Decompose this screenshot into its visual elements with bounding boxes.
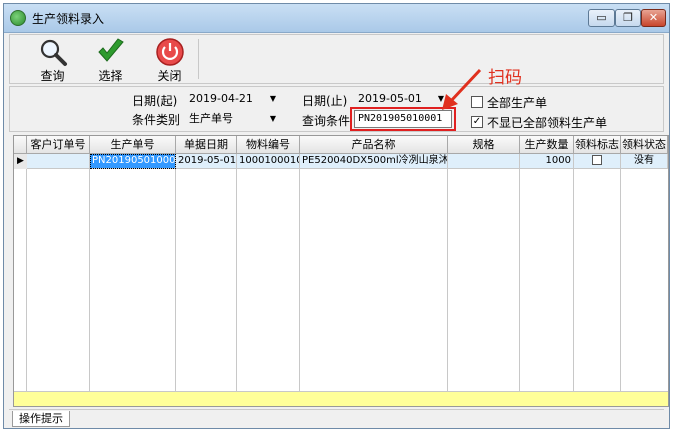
magnifier-icon (40, 39, 67, 66)
grid-line (89, 169, 90, 391)
col-date[interactable]: 单据日期 (176, 136, 237, 154)
col-flag[interactable]: 领料标志 (574, 136, 621, 154)
all-orders-label: 全部生产单 (487, 96, 548, 110)
summary-row (14, 391, 668, 406)
main-window: 生产领料录入 ▭ ❐ ✕ 查询 选择 关闭 日期(起) 2019-04-21 ▼… (3, 3, 670, 429)
checkmark-icon (98, 38, 124, 62)
maximize-button[interactable]: ❐ (615, 9, 641, 27)
cond-type-label: 条件类别 (132, 113, 181, 127)
cell-date[interactable]: 2019-05-01 (176, 154, 237, 169)
col-material-no[interactable]: 物料编号 (237, 136, 300, 154)
close-button[interactable]: 关闭 (141, 36, 198, 83)
power-icon (156, 38, 184, 66)
hide-done-label: 不显已全部领料生产单 (487, 116, 608, 130)
grid-line (447, 169, 448, 391)
cell-flag[interactable] (574, 154, 621, 169)
grid-line (519, 169, 520, 391)
cond-type-select[interactable]: 生产单号 ▼ (186, 110, 278, 127)
status-tab[interactable]: 操作提示 (12, 411, 70, 427)
date-from-label: 日期(起) (132, 94, 178, 108)
toolbar-separator (198, 39, 199, 79)
title-bar: 生产领料录入 ▭ ❐ ✕ (4, 4, 669, 33)
col-status[interactable]: 领料状态 (621, 136, 668, 154)
col-prod-no[interactable]: 生产单号 (90, 136, 176, 154)
query-label: 查询 (40, 69, 65, 83)
cell-customer-order[interactable] (27, 154, 90, 169)
chevron-down-icon[interactable]: ▼ (270, 110, 276, 127)
select-button[interactable]: 选择 (82, 36, 139, 83)
query-button[interactable]: 查询 (24, 36, 81, 83)
cond-type-value: 生产单号 (189, 112, 233, 125)
col-product-name[interactable]: 产品名称 (300, 136, 448, 154)
query-cond-label: 查询条件 (302, 114, 351, 128)
col-customer-order[interactable]: 客户订单号 (27, 136, 90, 154)
flag-checkbox[interactable] (592, 155, 602, 165)
scan-annotation: 扫码 (488, 68, 522, 88)
close-window-button[interactable]: ✕ (641, 9, 666, 27)
cell-material-no[interactable]: 1000100010 (237, 154, 300, 169)
grid-line (26, 169, 27, 391)
grid-line (620, 169, 621, 391)
cell-prod-no[interactable]: PN201905010001 (90, 154, 176, 169)
grid-line (573, 169, 574, 391)
current-row-indicator: ▶ (14, 154, 28, 169)
annotation-arrow-icon (442, 68, 482, 110)
status-bar: 操作提示 (9, 409, 664, 428)
grid-line (236, 169, 237, 391)
date-from-picker[interactable]: 2019-04-21 ▼ (186, 90, 278, 107)
row-header-corner (14, 136, 27, 154)
date-from-value: 2019-04-21 (189, 92, 253, 105)
app-icon (10, 10, 26, 26)
grid-line (175, 169, 176, 391)
cell-spec[interactable] (448, 154, 520, 169)
date-to-picker[interactable]: 2019-05-01 ▼ (355, 90, 446, 107)
select-label: 选择 (98, 69, 123, 83)
close-label: 关闭 (157, 69, 182, 83)
hide-done-checkbox[interactable]: ✓ (471, 116, 483, 128)
window-title: 生产领料录入 (32, 12, 105, 26)
toolbar: 查询 选择 关闭 (9, 34, 664, 84)
date-to-value: 2019-05-01 (358, 92, 422, 105)
col-qty[interactable]: 生产数量 (520, 136, 574, 154)
chevron-down-icon[interactable]: ▼ (270, 90, 276, 107)
grid-line (299, 169, 300, 391)
cell-qty[interactable]: 1000 (520, 154, 574, 169)
cell-status[interactable]: 没有 (621, 154, 668, 169)
col-spec[interactable]: 规格 (448, 136, 520, 154)
data-grid: 客户订单号 生产单号 单据日期 物料编号 产品名称 规格 生产数量 领料标志 领… (13, 135, 669, 407)
date-to-label: 日期(止) (302, 94, 348, 108)
minimize-button[interactable]: ▭ (588, 9, 615, 27)
cell-product-name[interactable]: PE520040DX500ml冷冽山泉沐浴露 (300, 154, 448, 169)
